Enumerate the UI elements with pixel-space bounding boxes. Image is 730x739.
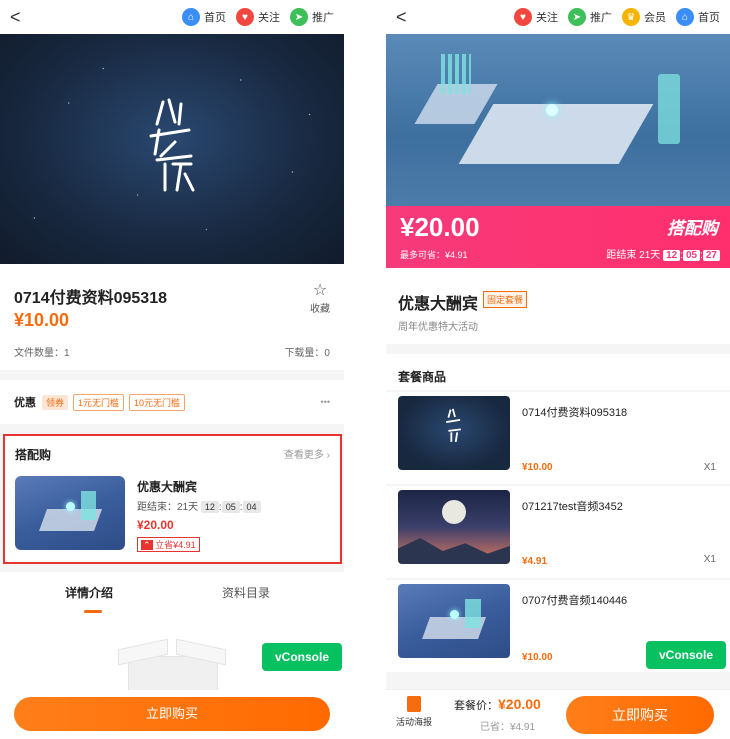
more-icon[interactable]: •••: [321, 397, 330, 407]
item-title: 071217test音频3452: [522, 501, 623, 513]
vconsole-button[interactable]: vConsole: [262, 643, 342, 671]
item-thumbnail: [398, 584, 510, 658]
discount-row[interactable]: 优惠 领券 1元无门槛 10元无门槛 •••: [0, 380, 344, 424]
bundle-info: 优惠大酬宾 固定套餐 周年优惠特大活动: [386, 268, 730, 344]
item-title: 0707付费音频140446: [522, 595, 628, 607]
discount-icon: ⌃: [141, 540, 153, 550]
bundle-countdown: 距结束：21天 12:05:04: [137, 498, 261, 513]
bundle-card[interactable]: 搭配购 查看更多 › 优惠大酬宾 距结束：21天 12:05:04 ¥20.00…: [3, 434, 342, 564]
tab-detail[interactable]: 详情介绍: [65, 584, 113, 601]
coupon-2[interactable]: 10元无门槛: [129, 393, 186, 411]
top-nav: < ♥ 关注 ➤ 推广 ♛ 会员 ⌂ 首页: [386, 0, 730, 34]
bundle-price: ¥20.00: [137, 518, 174, 532]
chevron-right-icon: ›: [326, 450, 330, 461]
item-thumbnail: [398, 490, 510, 564]
top-nav: < ⌂ 首页 ♥ 关注 ➤ 推广: [0, 0, 344, 34]
buy-now-button[interactable]: 立即购买: [566, 696, 714, 734]
product-title: 0714付费资料095318: [14, 290, 167, 307]
saved-summary: 已省：¥4.91: [480, 722, 536, 733]
footer-bar: 活动海报 套餐价：¥20.00 已省：¥4.91 立即购买: [386, 689, 730, 739]
buy-now-button[interactable]: 立即购买: [14, 697, 330, 731]
bundle-subtitle: 周年优惠特大活动: [398, 322, 478, 333]
home-icon: ⌂: [182, 8, 200, 26]
favorite-button[interactable]: ☆ 收藏: [310, 280, 330, 315]
bundle-price-summary: 套餐价：¥20.00: [454, 696, 541, 712]
nav-promote[interactable]: ➤ 推广: [290, 8, 334, 26]
brand-label: 搭配购: [667, 219, 718, 238]
file-count: 文件数量：1: [14, 348, 70, 359]
item-price: ¥10.00: [522, 462, 553, 473]
price-banner: ¥20.00 最多可省：¥4.91 搭配购 距结束 21天 12:05:27: [386, 206, 730, 268]
item-qty: X1: [703, 554, 716, 565]
home-icon: ⌂: [676, 8, 694, 26]
download-count: 下载量：0: [284, 348, 330, 359]
banner-price: ¥20.00: [400, 212, 480, 242]
save-badge: ⌃ 立省¥4.91: [137, 537, 200, 552]
banner-max-save: 最多可省：¥4.91: [400, 250, 468, 260]
star-icon: ☆: [312, 282, 328, 299]
banner-countdown: 距结束 21天 12:05:27: [606, 246, 720, 261]
product-price: ¥10.00: [14, 310, 70, 330]
left-screen: < ⌂ 首页 ♥ 关注 ➤ 推广 0714付费资料095318 ☆ 收藏 ¥10.00…: [0, 0, 344, 739]
nav-home[interactable]: ⌂ 首页: [676, 8, 720, 26]
nav-follow[interactable]: ♥ 关注: [514, 8, 558, 26]
vconsole-button[interactable]: vConsole: [646, 641, 726, 669]
bundle-title: 搭配购: [15, 448, 52, 462]
bundle-tag: 固定套餐: [483, 291, 528, 308]
item-qty: X1: [703, 462, 716, 473]
back-button[interactable]: <: [396, 7, 416, 28]
poster-icon: [407, 696, 421, 712]
heart-icon: ♥: [236, 8, 254, 26]
item-price: ¥10.00: [522, 652, 553, 663]
coupon-tag: 领券: [42, 394, 69, 410]
item-title: 0714付费资料095318: [522, 407, 628, 419]
crown-icon: ♛: [622, 8, 640, 26]
send-icon: ➤: [568, 8, 586, 26]
coupon-1[interactable]: 1元无门槛: [73, 393, 125, 411]
product-cover-image: [0, 34, 344, 264]
poster-button[interactable]: 活动海报: [396, 696, 432, 728]
nav-promote[interactable]: ➤ 推广: [568, 8, 612, 26]
logo-icon: [149, 98, 195, 192]
list-item[interactable]: 071217test音频3452 ¥4.91 X1: [386, 486, 730, 578]
bundle-name: 优惠大酬宾: [398, 296, 479, 313]
nav-follow[interactable]: ♥ 关注: [236, 8, 280, 26]
see-more-link[interactable]: 查看更多 ›: [284, 446, 330, 461]
right-screen: < ♥ 关注 ➤ 推广 ♛ 会员 ⌂ 首页 ¥20.00 最多可省：¥4.91 搭配购 …: [386, 0, 730, 739]
nav-home[interactable]: ⌂ 首页: [182, 8, 226, 26]
tab-catalog[interactable]: 资料目录: [222, 584, 270, 601]
discount-label: 优惠: [14, 397, 36, 409]
tab-indicator: [84, 610, 102, 613]
bundle-thumbnail: [15, 476, 125, 550]
section-header: 套餐商品: [386, 354, 730, 390]
item-price: ¥4.91: [522, 556, 548, 567]
send-icon: ➤: [290, 8, 308, 26]
bundle-name: 优惠大酬宾: [137, 480, 198, 494]
logo-icon: [446, 408, 461, 443]
item-thumbnail: [398, 396, 510, 470]
product-info: 0714付费资料095318 ☆ 收藏 ¥10.00 文件数量：1 下载量：0: [0, 264, 344, 370]
back-button[interactable]: <: [10, 7, 30, 28]
bundle-cover-image: [386, 34, 730, 206]
list-item[interactable]: 0714付费资料095318 ¥10.00 X1: [386, 392, 730, 484]
nav-member[interactable]: ♛ 会员: [622, 8, 666, 26]
heart-icon: ♥: [514, 8, 532, 26]
